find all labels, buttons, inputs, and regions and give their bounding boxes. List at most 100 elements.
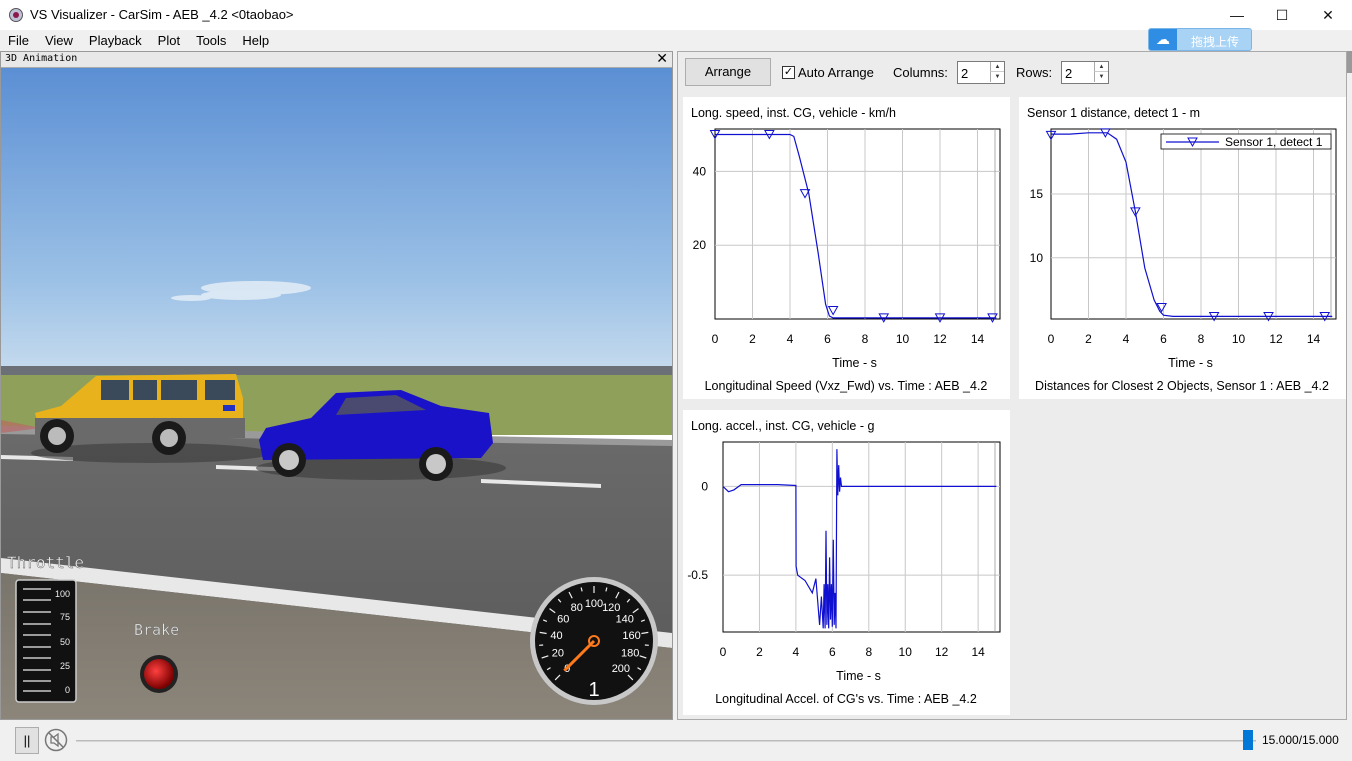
x-axis-label: Time - s xyxy=(1168,356,1213,370)
x-tick-label: 6 xyxy=(829,645,836,659)
columns-down-icon[interactable]: ▼ xyxy=(990,72,1004,82)
plot-frame xyxy=(1050,128,1337,320)
maximize-button[interactable]: ☐ xyxy=(1259,0,1305,30)
pause-button[interactable]: || xyxy=(15,727,39,754)
x-tick-label: 14 xyxy=(1307,332,1321,346)
speedometer-tick-label: 160 xyxy=(622,630,640,642)
arrange-button[interactable]: Arrange xyxy=(685,58,771,86)
columns-stepper[interactable]: 2 ▲ ▼ xyxy=(957,61,1005,84)
time-readout: 15.000/15.000 xyxy=(1262,733,1339,747)
window-title: VS Visualizer - CarSim - AEB _4.2 <0taob… xyxy=(30,7,294,22)
throttle-tick-label: 0 xyxy=(65,685,70,695)
app-icon xyxy=(9,8,23,22)
x-tick-label: 10 xyxy=(899,645,913,659)
throttle-tick-label: 100 xyxy=(55,589,70,599)
x-tick-label: 10 xyxy=(1232,332,1246,346)
plot-title: Sensor 1 distance, detect 1 - m xyxy=(1027,106,1200,120)
playback-bar: || 15.000/15.000 xyxy=(0,720,1352,761)
menu-view[interactable]: View xyxy=(37,30,81,51)
x-tick-label: 4 xyxy=(793,645,800,659)
plot-caption: Distances for Closest 2 Objects, Sensor … xyxy=(1035,379,1329,393)
y-tick-label: 10 xyxy=(1030,251,1044,265)
speedometer-tick-label: 120 xyxy=(602,602,620,614)
y-tick-label: -0.5 xyxy=(687,568,708,582)
throttle-label: Throttle xyxy=(7,553,84,572)
speedometer-tick-label: 100 xyxy=(585,598,603,610)
plot-caption: Longitudinal Accel. of CG's vs. Time : A… xyxy=(715,692,977,706)
plot-frame xyxy=(722,441,1001,633)
menu-help[interactable]: Help xyxy=(234,30,277,51)
sky xyxy=(1,68,672,373)
rows-down-icon[interactable]: ▼ xyxy=(1094,72,1108,82)
cloud-icon: ☁ xyxy=(1149,29,1177,50)
accel-plot: Long. accel., inst. CG, vehicle - g 0 2 4 6 8… xyxy=(687,419,1001,706)
minimize-button[interactable]: — xyxy=(1214,0,1260,30)
x-axis-label: Time - s xyxy=(832,356,877,370)
speedometer-tick-label: 40 xyxy=(550,630,562,642)
rows-stepper[interactable]: 2 ▲ ▼ xyxy=(1061,61,1109,84)
menu-tools[interactable]: Tools xyxy=(188,30,234,51)
animation-viewport[interactable]: Throttle 100 75 50 25 0 Brake 0204060801… xyxy=(1,68,672,720)
speed-plot: Long. speed, inst. CG, vehicle - km/h 0 2 4… xyxy=(691,106,1001,393)
sensor-distance-plot-card[interactable]: Sensor 1 distance, detect 1 - m 0 2 4 6 8 10 12… xyxy=(1019,97,1346,399)
menu-bar: File View Playback Plot Tools Help xyxy=(0,30,1140,51)
plot-title: Long. accel., inst. CG, vehicle - g xyxy=(691,419,874,433)
playback-slider-thumb[interactable] xyxy=(1243,730,1253,750)
speedometer: 020406080100120140160180200 1 xyxy=(530,577,658,705)
animation-title: 3D Animation xyxy=(5,53,78,64)
x-tick-label: 2 xyxy=(749,332,756,346)
menu-file[interactable]: File xyxy=(0,30,37,51)
title-bar: VS Visualizer - CarSim - AEB _4.2 <0taob… xyxy=(0,0,1352,30)
legend-label: Sensor 1, detect 1 xyxy=(1225,135,1323,149)
close-button[interactable]: ✕ xyxy=(1305,0,1351,30)
sound-mute-icon[interactable] xyxy=(44,728,68,752)
x-tick-label: 8 xyxy=(862,332,869,346)
auto-arrange-checkbox[interactable]: ✓ xyxy=(782,66,795,79)
y-tick-label: 15 xyxy=(1030,187,1044,201)
playback-slider-track[interactable] xyxy=(76,740,1256,742)
speedometer-tick-label: 60 xyxy=(557,614,569,626)
sensor-distance-plot: Sensor 1 distance, detect 1 - m 0 2 4 6 8 10 12… xyxy=(1027,106,1337,393)
rows-value: 2 xyxy=(1065,66,1073,81)
upload-button[interactable]: ☁ 拖拽上传 xyxy=(1148,28,1252,51)
accel-plot-card[interactable]: Long. accel., inst. CG, vehicle - g 0 2 4 6 8… xyxy=(683,410,1010,715)
plot-title: Long. speed, inst. CG, vehicle - km/h xyxy=(691,106,896,120)
plot-caption: Longitudinal Speed (Vxz_Fwd) vs. Time : … xyxy=(705,379,988,393)
x-tick-label: 14 xyxy=(971,332,985,346)
panel-edge xyxy=(1347,51,1352,73)
throttle-tick-label: 50 xyxy=(60,637,70,647)
rows-label: Rows: xyxy=(1016,65,1053,80)
columns-up-icon[interactable]: ▲ xyxy=(990,62,1004,72)
columns-value: 2 xyxy=(961,66,969,81)
x-tick-label: 12 xyxy=(1269,332,1283,346)
x-tick-label: 6 xyxy=(1160,332,1167,346)
x-tick-label: 2 xyxy=(756,645,763,659)
animation-close-icon[interactable]: ✕ xyxy=(656,52,668,67)
menu-plot[interactable]: Plot xyxy=(150,30,188,51)
y-tick-label: 20 xyxy=(693,238,707,252)
animation-header: 3D Animation ✕ xyxy=(1,52,672,68)
rows-up-icon[interactable]: ▲ xyxy=(1094,62,1108,72)
throttle-tick-label: 25 xyxy=(60,661,70,671)
x-tick-label: 6 xyxy=(824,332,831,346)
brake-light-icon xyxy=(144,659,174,689)
auto-arrange-label: Auto Arrange xyxy=(798,65,874,80)
x-tick-label: 8 xyxy=(1198,332,1205,346)
x-tick-label: 0 xyxy=(720,645,727,659)
x-tick-label: 0 xyxy=(1048,332,1055,346)
plot-frame xyxy=(714,128,1001,320)
x-tick-label: 10 xyxy=(896,332,910,346)
horizon-hills xyxy=(1,366,672,376)
x-tick-label: 8 xyxy=(865,645,872,659)
x-tick-label: 4 xyxy=(1123,332,1130,346)
x-tick-label: 2 xyxy=(1085,332,1092,346)
x-tick-label: 14 xyxy=(971,645,985,659)
speed-plot-card[interactable]: Long. speed, inst. CG, vehicle - km/h 0 2 4… xyxy=(683,97,1010,399)
y-tick-label: 0 xyxy=(701,479,708,493)
x-axis-label: Time - s xyxy=(836,669,881,683)
speedometer-tick-label: 140 xyxy=(616,614,634,626)
speedometer-tick-label: 20 xyxy=(552,648,564,660)
menu-playback[interactable]: Playback xyxy=(81,30,150,51)
plot-panel: Arrange ✓ Auto Arrange Columns: 2 ▲ ▼ Ro… xyxy=(677,51,1347,720)
columns-label: Columns: xyxy=(893,65,948,80)
